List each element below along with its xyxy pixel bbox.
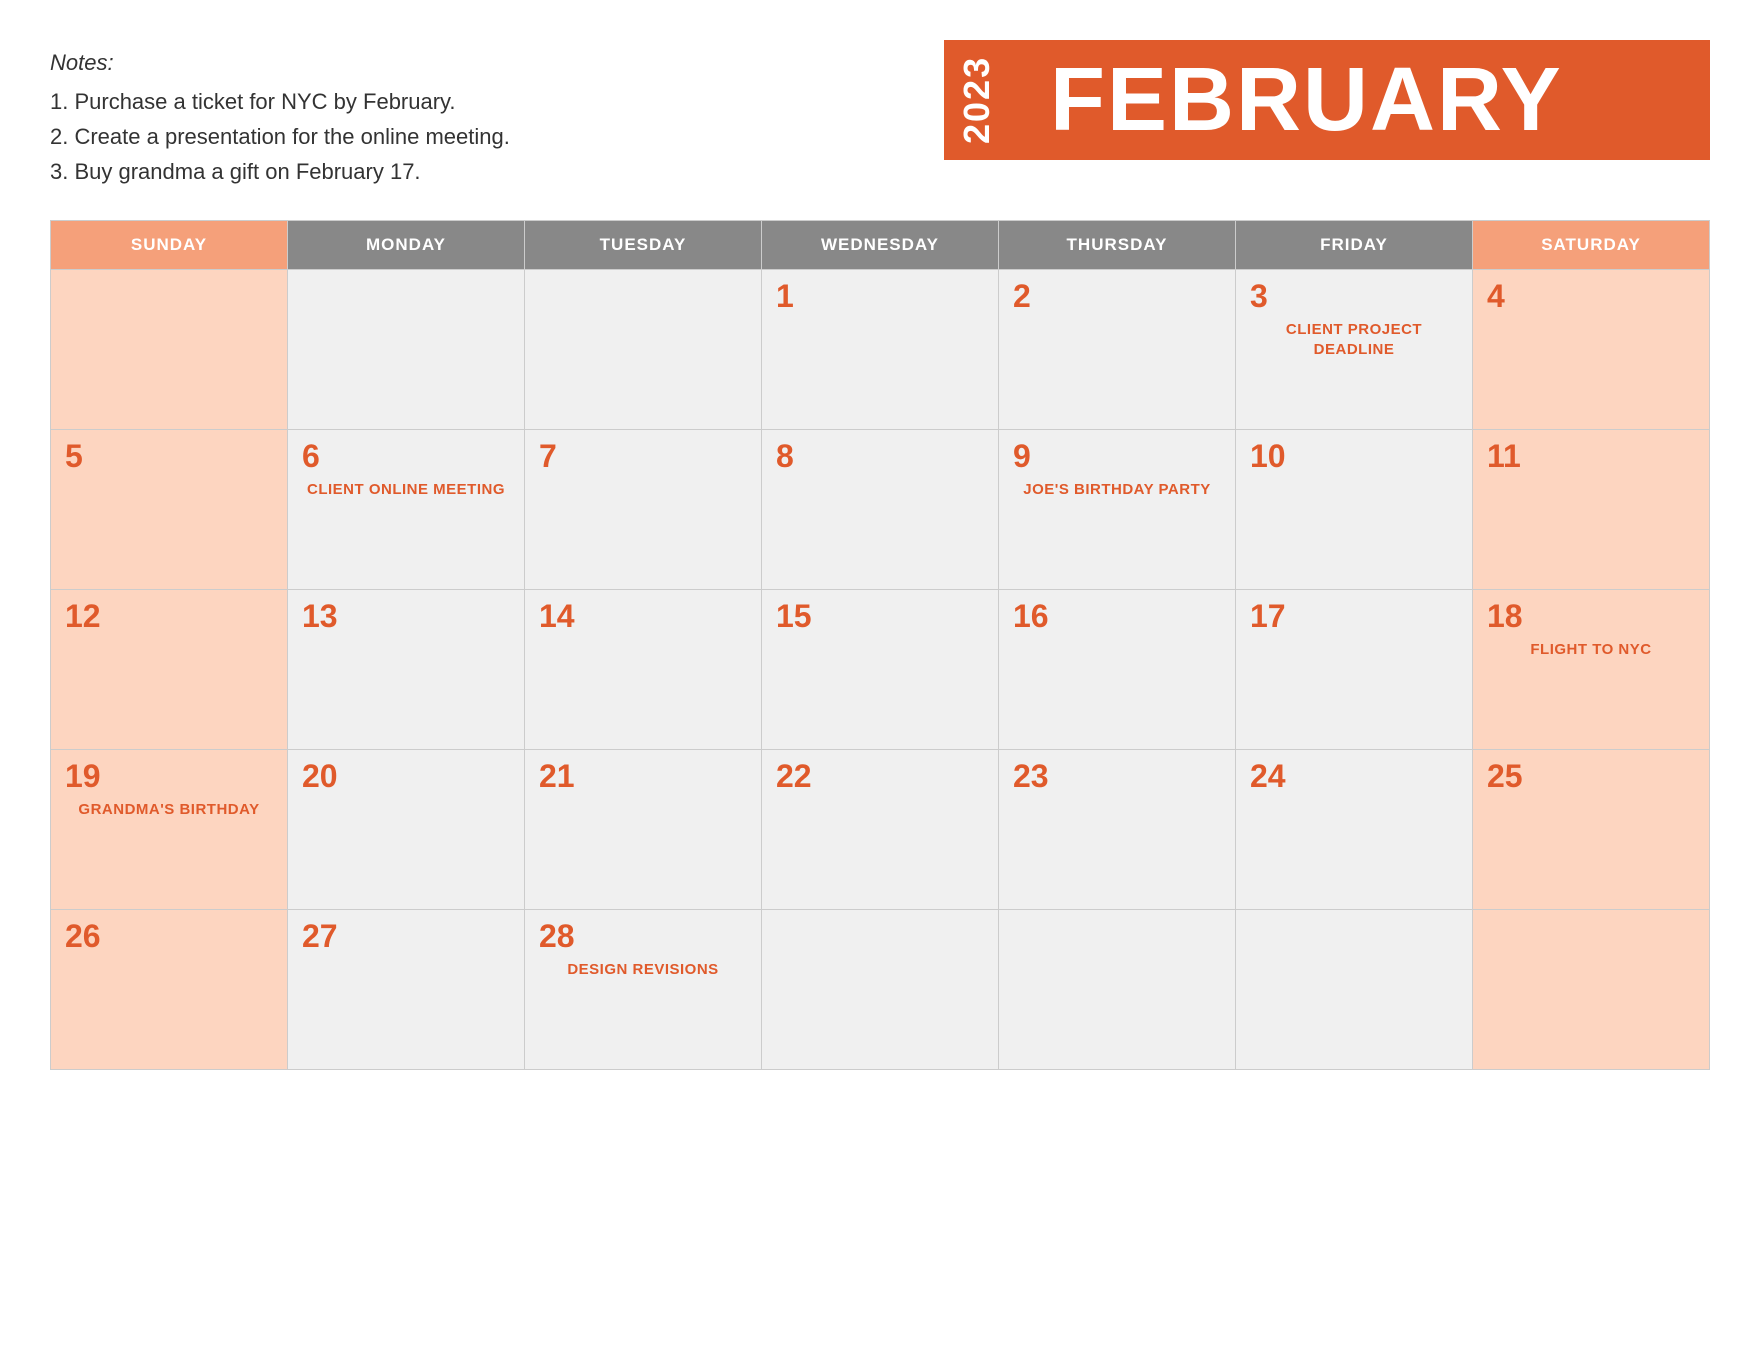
calendar-cell: 15 <box>762 589 999 749</box>
calendar-cell: 20 <box>288 749 525 909</box>
cell-day-number: 21 <box>539 760 747 792</box>
cell-day-number: 19 <box>65 760 273 792</box>
cell-day-number: 26 <box>65 920 273 952</box>
calendar-cell <box>525 269 762 429</box>
day-header-saturday: SATURDAY <box>1473 220 1710 269</box>
cell-event-label: DESIGN REVISIONS <box>539 960 747 980</box>
cell-event-label: CLIENT PROJECT DEADLINE <box>1250 320 1458 361</box>
calendar-cell: 19 GRANDMA'S BIRTHDAY <box>51 749 288 909</box>
calendar-cell: 7 <box>525 429 762 589</box>
notes-area: Notes: 1. Purchase a ticket for NYC by F… <box>50 40 510 190</box>
calendar-cell: 11 <box>1473 429 1710 589</box>
day-header-sunday: SUNDAY <box>51 220 288 269</box>
calendar-cell <box>51 269 288 429</box>
calendar-cell: 28 DESIGN REVISIONS <box>525 909 762 1069</box>
calendar-cell: 25 <box>1473 749 1710 909</box>
year-badge: 2023 <box>944 40 1010 160</box>
calendar-cell: 9 JOE'S BIRTHDAY PARTY <box>999 429 1236 589</box>
calendar-cell: 24 <box>1236 749 1473 909</box>
cell-day-number: 22 <box>776 760 984 792</box>
cell-day-number: 24 <box>1250 760 1458 792</box>
calendar-cell: 5 <box>51 429 288 589</box>
notes-title: Notes: <box>50 50 510 76</box>
calendar-cell: 18 FLIGHT TO NYC <box>1473 589 1710 749</box>
cell-day-number: 20 <box>302 760 510 792</box>
calendar-cell: 26 <box>51 909 288 1069</box>
notes-item-2: 2. Create a presentation for the online … <box>50 119 510 154</box>
notes-item-3: 3. Buy grandma a gift on February 17. <box>50 154 510 189</box>
cell-event-label: CLIENT ONLINE MEETING <box>302 480 510 500</box>
cell-day-number: 2 <box>1013 280 1221 312</box>
cell-event-label: FLIGHT TO NYC <box>1487 640 1695 660</box>
calendar-cell: 1 <box>762 269 999 429</box>
calendar-cell: 8 <box>762 429 999 589</box>
calendar-cell: 6 CLIENT ONLINE MEETING <box>288 429 525 589</box>
cell-day-number: 17 <box>1250 600 1458 632</box>
cell-day-number: 16 <box>1013 600 1221 632</box>
day-header-friday: FRIDAY <box>1236 220 1473 269</box>
cell-day-number: 27 <box>302 920 510 952</box>
cell-day-number: 12 <box>65 600 273 632</box>
cell-day-number: 23 <box>1013 760 1221 792</box>
calendar-cell: 4 <box>1473 269 1710 429</box>
calendar-cell: 16 <box>999 589 1236 749</box>
cell-day-number: 28 <box>539 920 747 952</box>
cell-day-number: 3 <box>1250 280 1458 312</box>
cell-day-number: 15 <box>776 600 984 632</box>
day-header-thursday: THURSDAY <box>999 220 1236 269</box>
cell-day-number: 1 <box>776 280 984 312</box>
cell-day-number: 10 <box>1250 440 1458 472</box>
calendar-cell: 22 <box>762 749 999 909</box>
calendar-cell: 27 <box>288 909 525 1069</box>
day-header-wednesday: WEDNESDAY <box>762 220 999 269</box>
cell-day-number: 5 <box>65 440 273 472</box>
calendar-cell: 17 <box>1236 589 1473 749</box>
calendar-cell <box>1473 909 1710 1069</box>
calendar: SUNDAYMONDAYTUESDAYWEDNESDAYTHURSDAYFRID… <box>50 220 1710 1070</box>
calendar-cell <box>999 909 1236 1069</box>
cell-event-label: GRANDMA'S BIRTHDAY <box>65 800 273 820</box>
cell-day-number: 18 <box>1487 600 1695 632</box>
calendar-cell: 3 CLIENT PROJECT DEADLINE <box>1236 269 1473 429</box>
cell-event-label: JOE'S BIRTHDAY PARTY <box>1013 480 1221 500</box>
day-header-monday: MONDAY <box>288 220 525 269</box>
cell-day-number: 13 <box>302 600 510 632</box>
cell-day-number: 14 <box>539 600 747 632</box>
calendar-cell <box>762 909 999 1069</box>
calendar-cell: 10 <box>1236 429 1473 589</box>
calendar-cell: 23 <box>999 749 1236 909</box>
month-name: FEBRUARY <box>1010 40 1710 160</box>
calendar-cell <box>288 269 525 429</box>
cell-day-number: 11 <box>1487 440 1695 472</box>
month-header: 2023 FEBRUARY <box>944 40 1710 160</box>
cell-day-number: 6 <box>302 440 510 472</box>
notes-item-1: 1. Purchase a ticket for NYC by February… <box>50 84 510 119</box>
cell-day-number: 7 <box>539 440 747 472</box>
cell-day-number: 9 <box>1013 440 1221 472</box>
cell-day-number: 8 <box>776 440 984 472</box>
top-section: Notes: 1. Purchase a ticket for NYC by F… <box>50 40 1710 190</box>
cell-day-number: 4 <box>1487 280 1695 312</box>
calendar-cell: 21 <box>525 749 762 909</box>
day-header-tuesday: TUESDAY <box>525 220 762 269</box>
calendar-cell: 13 <box>288 589 525 749</box>
cell-day-number: 25 <box>1487 760 1695 792</box>
calendar-cell: 14 <box>525 589 762 749</box>
calendar-cell <box>1236 909 1473 1069</box>
calendar-cell: 12 <box>51 589 288 749</box>
calendar-cell: 2 <box>999 269 1236 429</box>
